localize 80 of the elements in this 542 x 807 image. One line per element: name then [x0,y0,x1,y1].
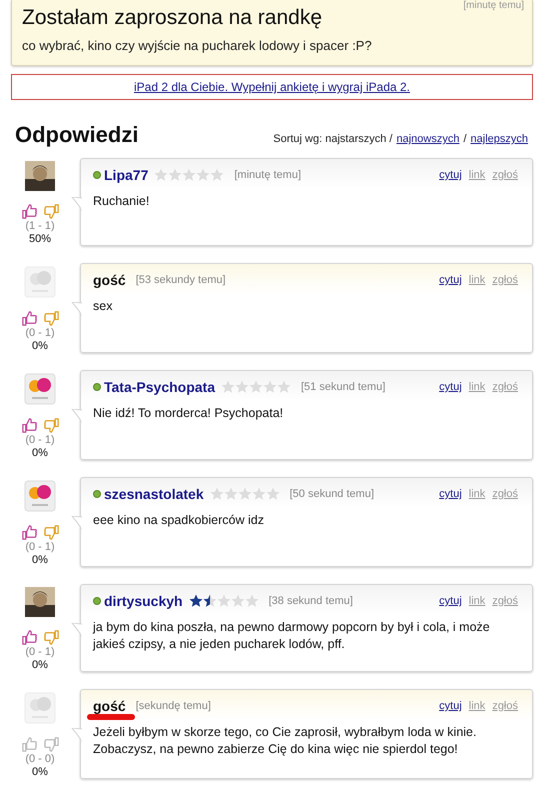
answer-time: [sekundę temu] [136,700,211,712]
star-icon [210,487,224,501]
question-body: co wybrać, kino czy wyjście na pucharek lodowy i spacer :P? [22,38,373,53]
star-icon [168,168,182,182]
star-icon [216,594,231,608]
answer-text: eee kino na spadkobierców idz [93,512,265,529]
star-icon [154,168,168,182]
guest-name: gość [93,272,126,288]
thumbs-down-icon[interactable] [42,310,60,327]
thumbs-up-icon[interactable] [20,203,38,220]
star-icon [277,380,291,394]
thumbs-down-icon[interactable] [42,203,60,220]
thumbs-up-icon[interactable] [20,524,38,541]
question-title: Zostałam zaproszona na randkę [22,5,322,31]
star-icon [266,487,280,501]
author-name[interactable]: Tata-Psychopata [104,379,215,395]
sort-separator: / [463,133,467,145]
vote-percent: 0% [32,339,48,353]
vote-percent: 0% [32,658,48,672]
sort-link[interactable]: najlepszych [470,133,528,145]
star-icon [202,594,217,608]
guest-name: gość [93,698,126,714]
answer-text: Jeżeli byłbym w skorze tego, co Cie zaprosił, wybrałbym loda w kinie. Zobaczysz, na pewno zabierze Cię do kina więc nie spierdol tego! [93,724,478,758]
answer-time: [minutę temu] [234,169,301,181]
thumbs-up-icon[interactable] [20,417,38,434]
vote-count: (0 - 1) [25,646,55,658]
star-icon [224,487,238,501]
vote-percent: 50% [28,232,52,246]
star-icon [196,168,210,182]
action-link[interactable]: cytuj [439,381,462,393]
sort-label: Sortuj wg: najstarszych / [273,133,392,145]
vote-percent: 0% [32,553,48,567]
star-icon [221,380,235,394]
star-icon [235,380,249,394]
question-time: [minutę temu] [463,0,524,11]
answer-text: sex [93,298,114,315]
author-name[interactable]: dirtysuckyh [104,593,183,609]
star-icon [188,594,203,608]
answer-time: [38 sekund temu] [268,595,353,607]
answer-time: [50 sekund temu] [290,488,374,500]
avatar-icon [24,266,56,298]
answer-time: [51 sekund temu] [301,381,386,393]
avatar-icon [24,692,56,724]
star-icon [263,380,277,394]
thumbs-down-icon[interactable] [42,736,60,753]
thumbs-down-icon[interactable] [42,629,60,646]
star-icon [244,594,259,608]
star-icon [238,487,252,501]
avatar-icon [24,373,56,405]
sort-link[interactable]: najnowszych [396,133,460,145]
answer-text: Nie idź! To morderca! Psychopata! [93,405,284,422]
star-icon [182,168,196,182]
vote-count: (0 - 1) [25,434,55,446]
answer-time: [53 sekundy temu] [136,274,226,286]
vote-count: (1 - 1) [25,220,55,232]
action-link[interactable]: cytuj [439,595,462,607]
action-link[interactable]: cytuj [439,274,462,286]
vote-count: (0 - 1) [25,541,55,553]
vote-count: (0 - 1) [25,327,55,339]
author-name[interactable]: szesnastolatek [104,486,204,502]
author-name[interactable]: Lipa77 [104,167,148,183]
star-icon [249,380,263,394]
answer-text: ja bym do kina poszła, na pewno darmowy popcorn by był i cola, i może jakieś czipsy, a nie jeden pucharek lodów, pff. [93,619,491,653]
answers-heading: Odpowiedzi [15,122,138,148]
thumbs-up-icon[interactable] [20,310,38,327]
vote-percent: 0% [32,765,48,779]
thumbs-up-icon[interactable] [20,629,38,646]
thumbs-up-icon[interactable] [20,736,38,753]
star-icon [252,487,266,501]
vote-percent: 0% [32,446,48,460]
star-icon [230,594,245,608]
thumbs-down-icon[interactable] [42,417,60,434]
action-link[interactable]: cytuj [439,169,462,181]
thumbs-down-icon[interactable] [42,524,60,541]
star-icon [210,168,224,182]
vote-count: (0 - 0) [25,753,55,765]
avatar-icon [24,480,56,512]
answer-text: Ruchanie! [93,193,150,210]
action-link[interactable]: cytuj [439,700,462,712]
action-link[interactable]: cytuj [439,488,462,500]
